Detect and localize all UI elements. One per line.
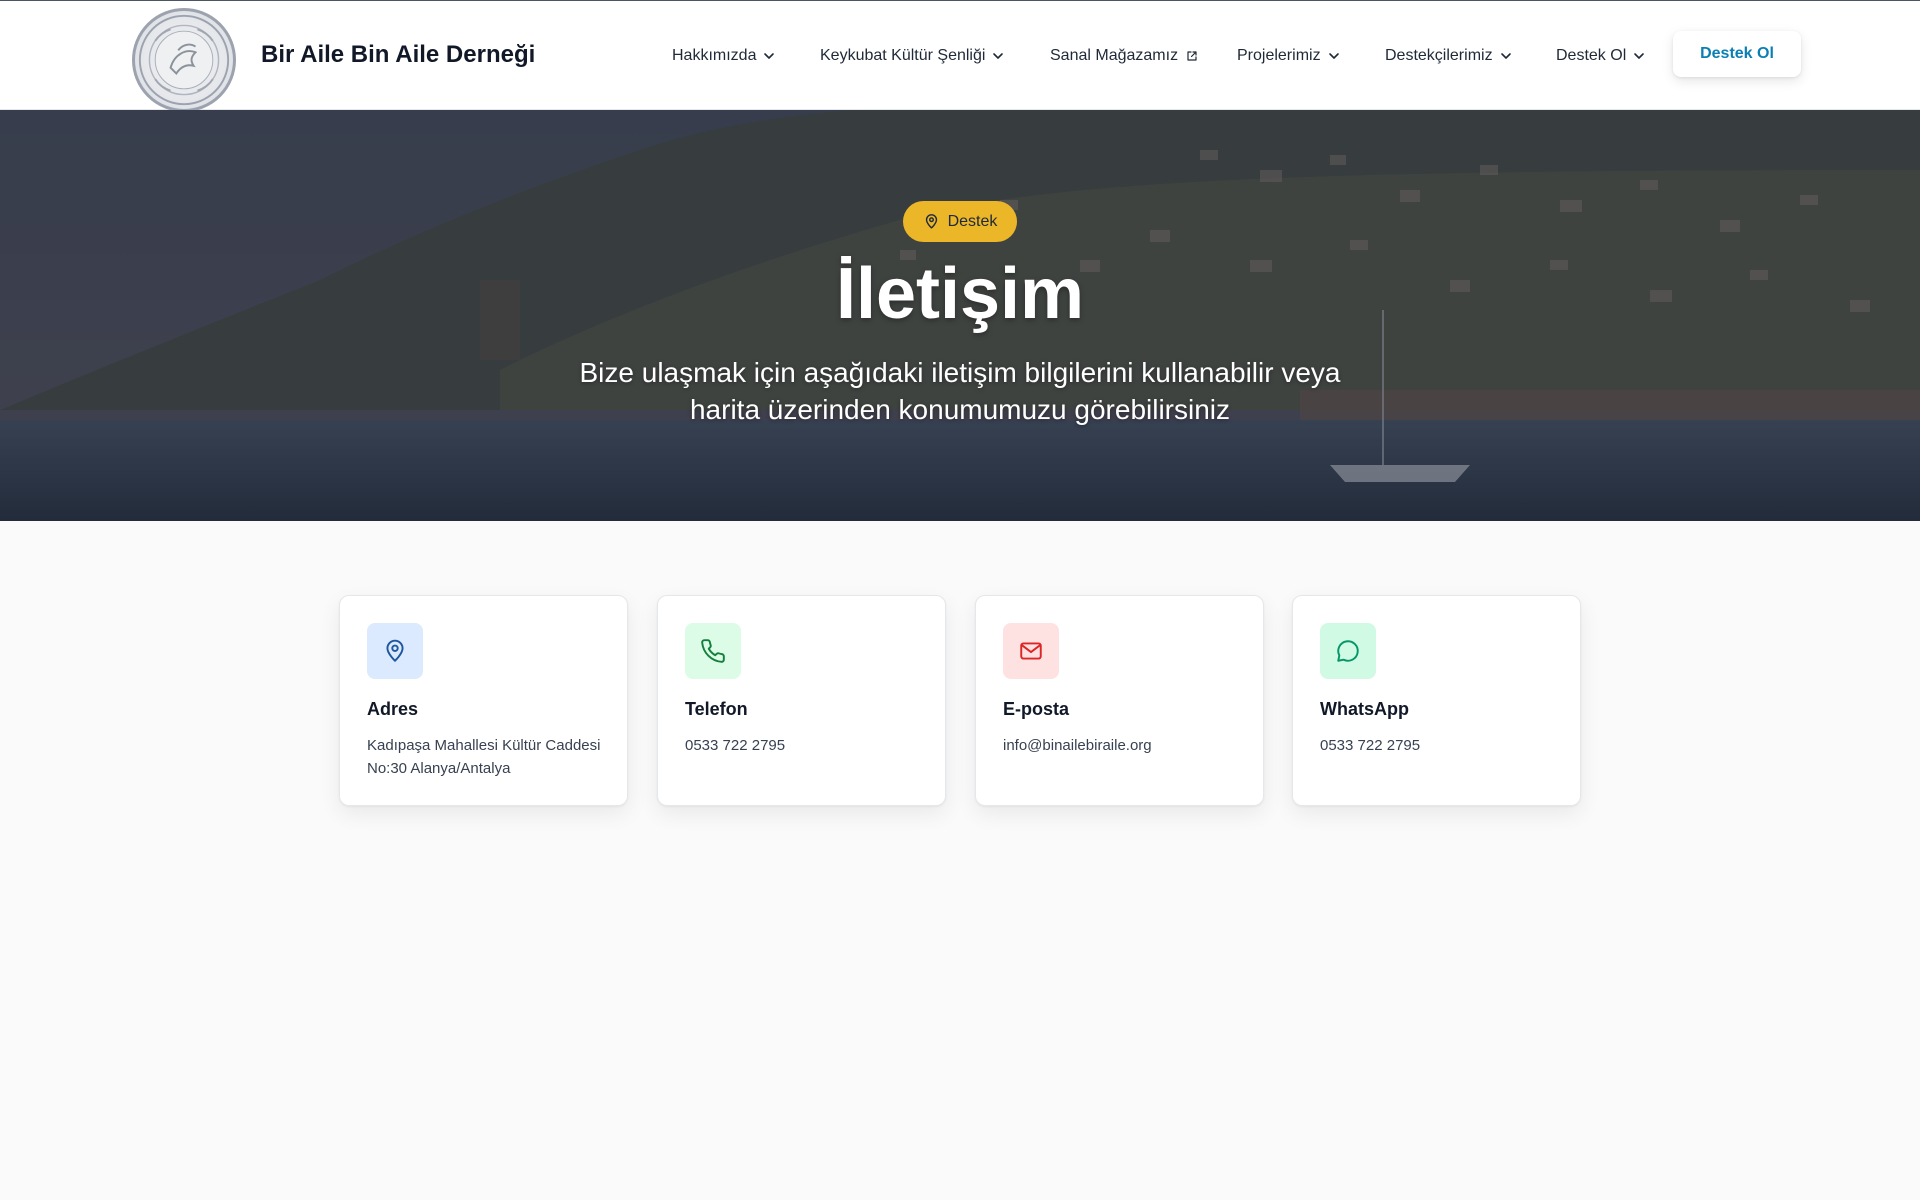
card-title: WhatsApp xyxy=(1320,699,1409,719)
chevron-down-icon xyxy=(1634,53,1645,59)
card-icon-box xyxy=(1320,623,1376,679)
whatsapp-link[interactable]: 0533 722 2795 xyxy=(1320,734,1560,757)
contact-card-address: Adres Kadıpaşa Mahallesi Kültür Caddesi … xyxy=(339,595,628,806)
chevron-down-icon xyxy=(764,53,775,59)
destek-ol-button[interactable]: Destek Ol xyxy=(1673,31,1801,77)
hero-badge-label: Destek xyxy=(947,212,998,230)
contact-card-phone: Telefon 0533 722 2795 xyxy=(657,595,946,806)
card-title: E-posta xyxy=(1003,699,1070,719)
site-header: Bir Aile Bin Aile Derneği Hakkımızda Key… xyxy=(0,0,1920,112)
nav-item-destekcilerimiz[interactable]: Destekçilerimiz xyxy=(1385,45,1513,67)
chevron-down-icon xyxy=(1328,53,1339,59)
map-pin-icon xyxy=(925,214,937,229)
hero-subtitle: Bize ulaşmak için aşağıdaki iletişim bil… xyxy=(579,357,1341,425)
nav-item-label: Projelerimiz xyxy=(1237,47,1321,64)
nav-item-keykubat-kultur-senligi[interactable]: Keykubat Kültür Şenliği xyxy=(820,45,1005,67)
chevron-down-icon xyxy=(993,53,1004,59)
page-title: İletişim xyxy=(835,254,1085,334)
nav-item-label: Keykubat Kültür Şenliği xyxy=(820,47,986,64)
nav-item-label: Destek Ol xyxy=(1556,47,1627,64)
mail-icon xyxy=(1020,642,1042,660)
nav-item-sanal-magazamiz[interactable]: Sanal Mağazamız xyxy=(1050,45,1198,67)
whatsapp-icon xyxy=(1337,640,1359,662)
nav-item-hakkimizda[interactable]: Hakkımızda xyxy=(672,45,776,67)
address-text: Kadıpaşa Mahallesi Kültür Caddesi No:30 … xyxy=(367,737,601,777)
nav-item-projelerimiz[interactable]: Projelerimiz xyxy=(1237,45,1341,67)
external-link-icon xyxy=(1187,51,1197,61)
hero-badge: Destek xyxy=(903,201,1017,242)
main-navigation: Hakkımızda Keykubat Kültür Şenliği Sanal… xyxy=(0,1,1920,111)
map-pin-icon xyxy=(386,639,404,662)
nav-item-label: Destekçilerimiz xyxy=(1385,47,1493,64)
chevron-down-icon xyxy=(1500,53,1511,59)
contact-card-whatsapp: WhatsApp 0533 722 2795 xyxy=(1292,595,1581,806)
card-title: Adres xyxy=(367,699,419,719)
nav-item-destek-ol[interactable]: Destek Ol xyxy=(1556,45,1646,67)
email-link[interactable]: info@binailebiraile.org xyxy=(1003,734,1243,757)
card-icon-box xyxy=(1003,623,1059,679)
card-icon-box xyxy=(685,623,741,679)
phone-icon xyxy=(701,639,725,663)
nav-item-label: Hakkımızda xyxy=(672,47,757,64)
card-icon-box xyxy=(367,623,423,679)
contact-card-email: E-posta info@binailebiraile.org xyxy=(975,595,1264,806)
hero-section: Destek İletişim Bize ulaşmak için aşağıd… xyxy=(0,110,1920,521)
phone-link[interactable]: 0533 722 2795 xyxy=(685,734,925,757)
nav-item-label: Sanal Mağazamız xyxy=(1050,47,1179,64)
card-title: Telefon xyxy=(685,699,748,719)
